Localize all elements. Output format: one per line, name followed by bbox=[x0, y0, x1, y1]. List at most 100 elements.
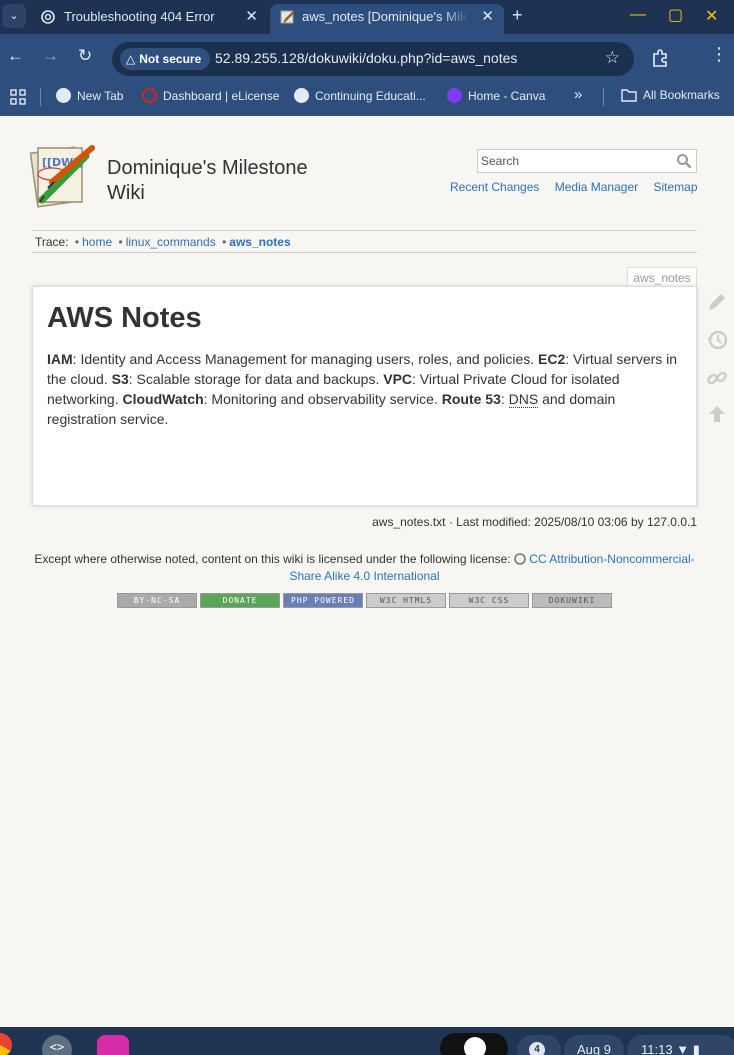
reload-icon[interactable]: ↻ bbox=[78, 46, 92, 66]
back-to-top-icon[interactable] bbox=[705, 402, 729, 426]
search-icon[interactable] bbox=[676, 153, 692, 169]
bookmark-canva[interactable]: Home - Canva bbox=[447, 88, 545, 103]
definition: : Monitoring and observability service. bbox=[203, 391, 442, 407]
sitemap-link[interactable]: Sitemap bbox=[653, 180, 697, 194]
breadcrumb: Trace: • home • linux_commands • aws_notes bbox=[32, 230, 697, 253]
breadcrumb-home[interactable]: home bbox=[82, 235, 112, 249]
dokuwiki-icon bbox=[280, 10, 295, 24]
bullet: • bbox=[74, 235, 80, 249]
forward-icon[interactable]: → bbox=[42, 46, 59, 66]
badge-label: DOKUWIKI bbox=[548, 596, 596, 605]
toolbar: ← → ↻ △ Not secure 52.89.255.128/dokuwiki… bbox=[0, 34, 734, 78]
badge-html5[interactable]: W3C HTML5 bbox=[366, 593, 446, 608]
security-label: Not secure bbox=[139, 52, 202, 66]
bookmarks-bar: New Tab Dashboard | eLicense Continuing … bbox=[0, 78, 734, 116]
bookmark-label: Continuing Educati... bbox=[315, 89, 426, 103]
badge-donate[interactable]: DONATE bbox=[200, 593, 280, 608]
tab-title: Troubleshooting 404 Error bbox=[64, 9, 215, 24]
dns-abbr[interactable]: DNS bbox=[508, 391, 539, 408]
search-input[interactable] bbox=[478, 150, 668, 172]
back-icon[interactable]: ← bbox=[7, 46, 24, 66]
badge-css[interactable]: W3C CSS bbox=[449, 593, 529, 608]
badge-dokuwiki[interactable]: DOKUWIKI bbox=[532, 593, 612, 608]
badge-cc[interactable]: BY-NC-SA bbox=[117, 593, 197, 608]
page-paragraph: IAM: Identity and Access Management for … bbox=[47, 349, 682, 429]
badge-label: PHP POWERED bbox=[291, 596, 355, 605]
page-id[interactable]: aws_notes bbox=[627, 267, 697, 287]
tab-search-button[interactable]: ⌄ bbox=[2, 4, 26, 28]
bookmark-continuing-education[interactable]: Continuing Educati... bbox=[294, 88, 426, 103]
doc-info: aws_notes.txt · Last modified: 2025/08/1… bbox=[372, 515, 697, 529]
date-pill[interactable]: Aug 9 bbox=[564, 1035, 624, 1055]
bookmark-label: Home - Canva bbox=[468, 89, 546, 103]
bookmark-label: New Tab bbox=[77, 89, 124, 103]
backlinks-icon[interactable] bbox=[705, 366, 729, 390]
app-icon[interactable] bbox=[97, 1035, 129, 1055]
url-text[interactable]: 52.89.255.128/dokuwiki/doku.php?id=aws_n… bbox=[215, 50, 517, 66]
minimize-icon[interactable]: — bbox=[630, 6, 646, 24]
license-notice: Except where otherwise noted, content on… bbox=[32, 551, 697, 585]
history-icon[interactable] bbox=[705, 328, 729, 352]
definition: : Identity and Access Management for man… bbox=[72, 351, 539, 367]
terminal-icon[interactable]: <> bbox=[42, 1035, 72, 1055]
badge-php[interactable]: PHP POWERED bbox=[283, 593, 363, 608]
openai-icon bbox=[41, 10, 55, 24]
recent-changes-link[interactable]: Recent Changes bbox=[450, 180, 539, 194]
search-box bbox=[477, 149, 697, 173]
close-icon[interactable]: ✕ bbox=[481, 7, 494, 25]
chevron-down-icon: ⌄ bbox=[9, 10, 19, 22]
tab-troubleshooting[interactable]: Troubleshooting 404 Error ✕ bbox=[30, 4, 268, 34]
site-tools: Recent Changes Media Manager Sitemap bbox=[450, 180, 698, 194]
breadcrumb-linux-commands[interactable]: linux_commands bbox=[126, 235, 216, 249]
wifi-icon: ▼ bbox=[676, 1042, 690, 1055]
tab-strip: ⌄ Troubleshooting 404 Error ✕ aws_notes … bbox=[0, 0, 734, 34]
apps-grid-icon[interactable] bbox=[10, 89, 26, 105]
bookmark-label: Dashboard | eLicense bbox=[163, 89, 280, 103]
menu-kebab-icon[interactable]: ⋮ bbox=[710, 44, 728, 65]
tab-aws-notes[interactable]: aws_notes [Dominique's Milestone Wiki] ✕ bbox=[270, 4, 504, 34]
page-title: AWS Notes bbox=[47, 302, 202, 334]
edit-pencil-icon[interactable] bbox=[705, 290, 729, 314]
divider bbox=[603, 88, 604, 106]
notification-badge[interactable]: 4 bbox=[517, 1035, 561, 1055]
badge-label: W3C CSS bbox=[468, 596, 510, 605]
close-icon[interactable]: ✕ bbox=[245, 7, 258, 25]
phone-hub-icon[interactable] bbox=[440, 1033, 508, 1055]
more-bookmarks-icon[interactable]: » bbox=[574, 86, 582, 103]
folder-icon bbox=[621, 89, 637, 102]
clock-text: 11:13 bbox=[641, 1042, 673, 1055]
divider bbox=[40, 88, 41, 106]
term: CloudWatch bbox=[122, 391, 204, 407]
address-bar[interactable]: △ Not secure 52.89.255.128/dokuwiki/doku.… bbox=[112, 42, 634, 76]
elicense-icon bbox=[142, 88, 157, 103]
all-bookmarks[interactable]: All Bookmarks bbox=[621, 88, 720, 102]
license-text: Except where otherwise noted, content on… bbox=[34, 552, 511, 566]
page-content: AWS Notes IAM: Identity and Access Manag… bbox=[32, 286, 697, 506]
term: EC2 bbox=[538, 351, 566, 367]
dokuwiki-logo[interactable]: [[DW]] bbox=[30, 142, 98, 212]
maximize-icon[interactable]: ▢ bbox=[668, 5, 683, 25]
notification-count: 4 bbox=[529, 1042, 545, 1055]
status-area[interactable]: 11:13 ▼ ▮ bbox=[627, 1035, 734, 1055]
bookmark-star-icon[interactable]: ☆ bbox=[605, 48, 620, 68]
tab-title: aws_notes [Dominique's Milestone Wiki] bbox=[302, 9, 468, 24]
breadcrumb-aws-notes[interactable]: aws_notes bbox=[229, 235, 290, 249]
site-title[interactable]: Dominique's Milestone Wiki bbox=[107, 156, 337, 206]
bullet: • bbox=[118, 235, 123, 249]
definition: : Scalable storage for data and backups. bbox=[128, 371, 384, 387]
term: VPC bbox=[383, 371, 413, 387]
extensions-icon[interactable] bbox=[651, 49, 669, 67]
footer-badges: BY-NC-SA DONATE PHP POWERED W3C HTML5 W3… bbox=[117, 593, 613, 608]
os-shelf: <> 4 Aug 9 11:13 ▼ ▮ bbox=[0, 1027, 734, 1055]
globe-icon bbox=[294, 88, 309, 103]
warning-icon: △ bbox=[126, 52, 136, 66]
globe-icon bbox=[56, 88, 71, 103]
close-window-icon[interactable]: ✕ bbox=[705, 6, 718, 26]
media-manager-link[interactable]: Media Manager bbox=[555, 180, 638, 194]
bookmark-dashboard-elicense[interactable]: Dashboard | eLicense bbox=[142, 88, 280, 103]
new-tab-icon[interactable]: + bbox=[512, 5, 523, 26]
security-chip[interactable]: △ Not secure bbox=[120, 48, 211, 70]
bookmark-new-tab[interactable]: New Tab bbox=[56, 88, 123, 103]
chrome-icon[interactable] bbox=[0, 1033, 12, 1055]
bullet: • bbox=[222, 235, 227, 249]
